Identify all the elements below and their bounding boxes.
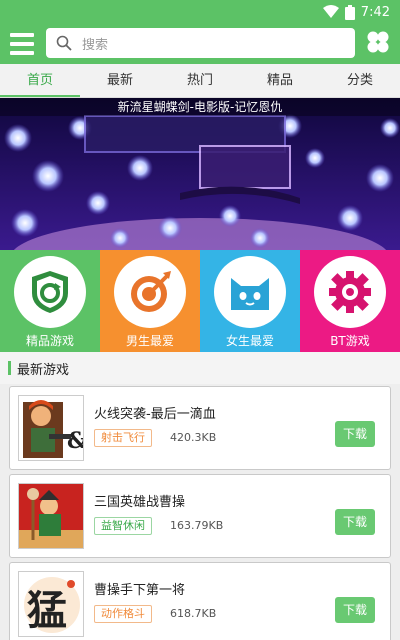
category-girls-favorite[interactable]: 女生最爱 bbox=[200, 250, 300, 352]
category-label: 女生最爱 bbox=[225, 334, 274, 348]
app-bar: 搜索 bbox=[0, 24, 400, 64]
shield-refresh-icon bbox=[32, 271, 68, 313]
download-button[interactable]: 下载 bbox=[335, 421, 375, 447]
game-card[interactable]: & 火线突袭-最后一滴血 射击飞行 420.3KB 下载 bbox=[9, 386, 391, 470]
menu-icon[interactable] bbox=[10, 33, 34, 55]
tab-latest[interactable]: 最新 bbox=[80, 64, 160, 97]
search-placeholder: 搜索 bbox=[82, 37, 109, 53]
download-button[interactable]: 下载 bbox=[335, 509, 375, 535]
gear-icon bbox=[329, 271, 371, 313]
game-thumbnail: & bbox=[18, 395, 84, 461]
section-header: 最新游戏 bbox=[0, 352, 400, 384]
svg-text:猛: 猛 bbox=[27, 587, 67, 634]
game-thumbnail: 猛 bbox=[18, 571, 84, 637]
tab-home[interactable]: 首页 bbox=[0, 64, 80, 97]
category-label: 男生最爱 bbox=[125, 334, 174, 348]
category-boys-favorite[interactable]: 男生最爱 bbox=[100, 250, 200, 352]
game-tag: 动作格斗 bbox=[94, 605, 152, 623]
game-tag: 射击飞行 bbox=[94, 429, 152, 447]
target-arrow-icon bbox=[131, 271, 171, 312]
wifi-icon bbox=[322, 5, 339, 18]
category-bt-games[interactable]: BT游戏 bbox=[300, 250, 400, 352]
tab-featured[interactable]: 精品 bbox=[240, 64, 320, 97]
game-tag: 益智休闲 bbox=[94, 517, 152, 535]
section-accent bbox=[8, 361, 11, 375]
category-label: BT游戏 bbox=[330, 334, 370, 348]
game-card[interactable]: 猛 曹操手下第一将 动作格斗 618.7KB 下载 bbox=[9, 562, 391, 640]
banner-carousel[interactable]: 新流星蝴蝶剑-电影版-记忆恩仇 bbox=[0, 98, 400, 250]
tab-hot[interactable]: 热门 bbox=[160, 64, 240, 97]
download-button[interactable]: 下载 bbox=[335, 597, 375, 623]
cat-icon bbox=[231, 278, 269, 310]
tab-category[interactable]: 分类 bbox=[320, 64, 400, 97]
game-size: 618.7KB bbox=[170, 607, 217, 620]
category-grid: 精品游戏 男生最爱 女生最爱 BT游戏 bbox=[0, 250, 400, 352]
banner-caption: 新流星蝴蝶剑-电影版-记忆恩仇 bbox=[0, 98, 400, 116]
game-name: 火线突袭-最后一滴血 bbox=[94, 407, 216, 422]
tab-bar: 首页 最新 热门 精品 分类 bbox=[0, 64, 400, 98]
status-time: 7:42 bbox=[360, 4, 390, 20]
game-name: 曹操手下第一将 bbox=[94, 583, 186, 598]
svg-text:&: & bbox=[67, 428, 84, 454]
category-label: 精品游戏 bbox=[25, 334, 74, 348]
search-icon bbox=[56, 35, 72, 51]
game-thumbnail bbox=[18, 483, 84, 549]
category-featured-games[interactable]: 精品游戏 bbox=[0, 250, 100, 352]
battery-icon bbox=[344, 4, 355, 20]
banner-image bbox=[0, 98, 400, 250]
status-bar: 7:42 bbox=[0, 0, 400, 24]
game-size: 420.3KB bbox=[170, 431, 217, 444]
section-title: 最新游戏 bbox=[17, 362, 70, 378]
game-size: 163.79KB bbox=[170, 519, 224, 532]
game-card[interactable]: 三国英雄战曹操 益智休闲 163.79KB 下载 bbox=[9, 474, 391, 558]
game-name: 三国英雄战曹操 bbox=[94, 495, 186, 510]
clover-grid-icon[interactable] bbox=[366, 30, 390, 54]
search-input[interactable]: 搜索 bbox=[46, 28, 355, 58]
